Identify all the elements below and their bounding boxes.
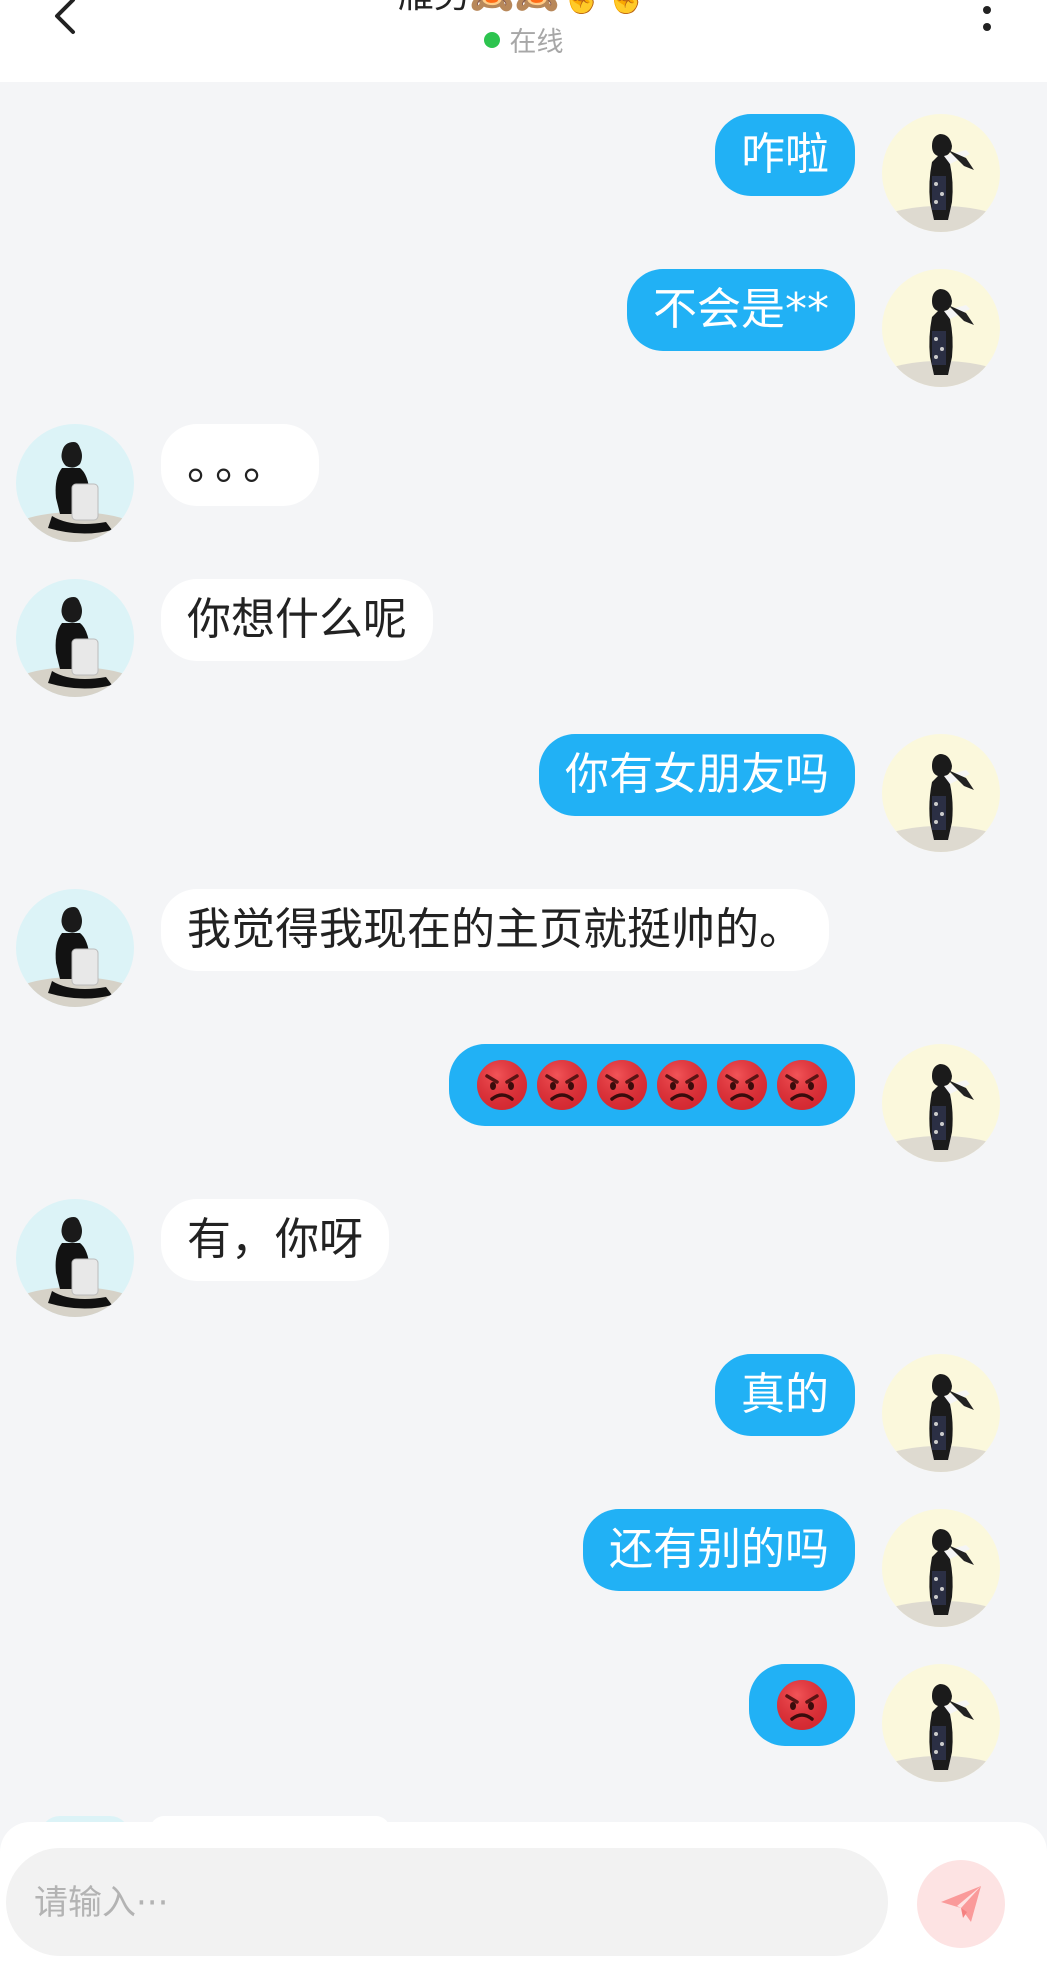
girl-in-kimono-avatar (882, 1044, 1000, 1162)
my-avatar[interactable] (882, 1044, 1000, 1162)
message-bubble[interactable]: 你想什么呢 (161, 579, 433, 661)
boy-sitting-avatar (16, 889, 134, 1007)
contact-avatar[interactable] (16, 889, 134, 1007)
online-status: 在线 (0, 20, 1047, 59)
angry-face-icon (775, 1678, 829, 1732)
message-bubble[interactable]: 有，你呀 (161, 1199, 389, 1281)
my-avatar[interactable] (882, 734, 1000, 852)
more-vertical-icon (983, 5, 991, 14)
girl-in-kimono-avatar (882, 1509, 1000, 1627)
contact-avatar[interactable] (16, 424, 134, 542)
message-input-bar (0, 1822, 1047, 1988)
my-avatar[interactable] (882, 1509, 1000, 1627)
more-options-button[interactable] (977, 0, 997, 42)
chat-header: 雁男🙈🙈🤞🤞 在线 (0, 0, 1047, 82)
my-avatar[interactable] (882, 269, 1000, 387)
paper-plane-icon (941, 1886, 981, 1922)
emoji-message-bubble[interactable] (749, 1664, 855, 1746)
contact-avatar[interactable] (16, 1199, 134, 1317)
online-dot-icon (483, 31, 500, 48)
chat-title: 雁男🙈🙈🤞🤞 (398, 0, 649, 16)
message-bubble[interactable]: 还有别的吗 (583, 1509, 855, 1591)
message-bubble[interactable]: 你有女朋友吗 (539, 734, 855, 816)
message-bubble[interactable]: 不会是** (627, 269, 855, 351)
angry-face-icon (715, 1058, 769, 1112)
message-input[interactable] (32, 1848, 856, 1958)
emoji-message-bubble[interactable] (449, 1044, 855, 1126)
send-button[interactable] (917, 1860, 1005, 1948)
boy-sitting-avatar (16, 1199, 134, 1317)
boy-sitting-avatar (16, 424, 134, 542)
my-avatar[interactable] (882, 1664, 1000, 1782)
angry-face-icon (595, 1058, 649, 1112)
message-bubble[interactable]: 咋啦 (715, 114, 855, 196)
girl-in-kimono-avatar (882, 114, 1000, 232)
my-avatar[interactable] (882, 1354, 1000, 1472)
angry-face-icon (655, 1058, 709, 1112)
angry-face-icon (535, 1058, 589, 1112)
angry-face-icon (775, 1058, 829, 1112)
girl-in-kimono-avatar (882, 269, 1000, 387)
status-text: 在线 (509, 27, 564, 58)
girl-in-kimono-avatar (882, 1664, 1000, 1782)
girl-in-kimono-avatar (882, 1354, 1000, 1472)
message-bubble[interactable]: 真的 (715, 1354, 855, 1436)
my-avatar[interactable] (882, 114, 1000, 232)
message-bubble[interactable]: 我觉得我现在的主页就挺帅的。 (161, 889, 829, 971)
boy-sitting-avatar (16, 579, 134, 697)
message-bubble[interactable]: 。。。 (161, 424, 319, 506)
message-input-container[interactable] (6, 1848, 888, 1958)
contact-avatar[interactable] (16, 579, 134, 697)
girl-in-kimono-avatar (882, 734, 1000, 852)
angry-face-icon (475, 1058, 529, 1112)
